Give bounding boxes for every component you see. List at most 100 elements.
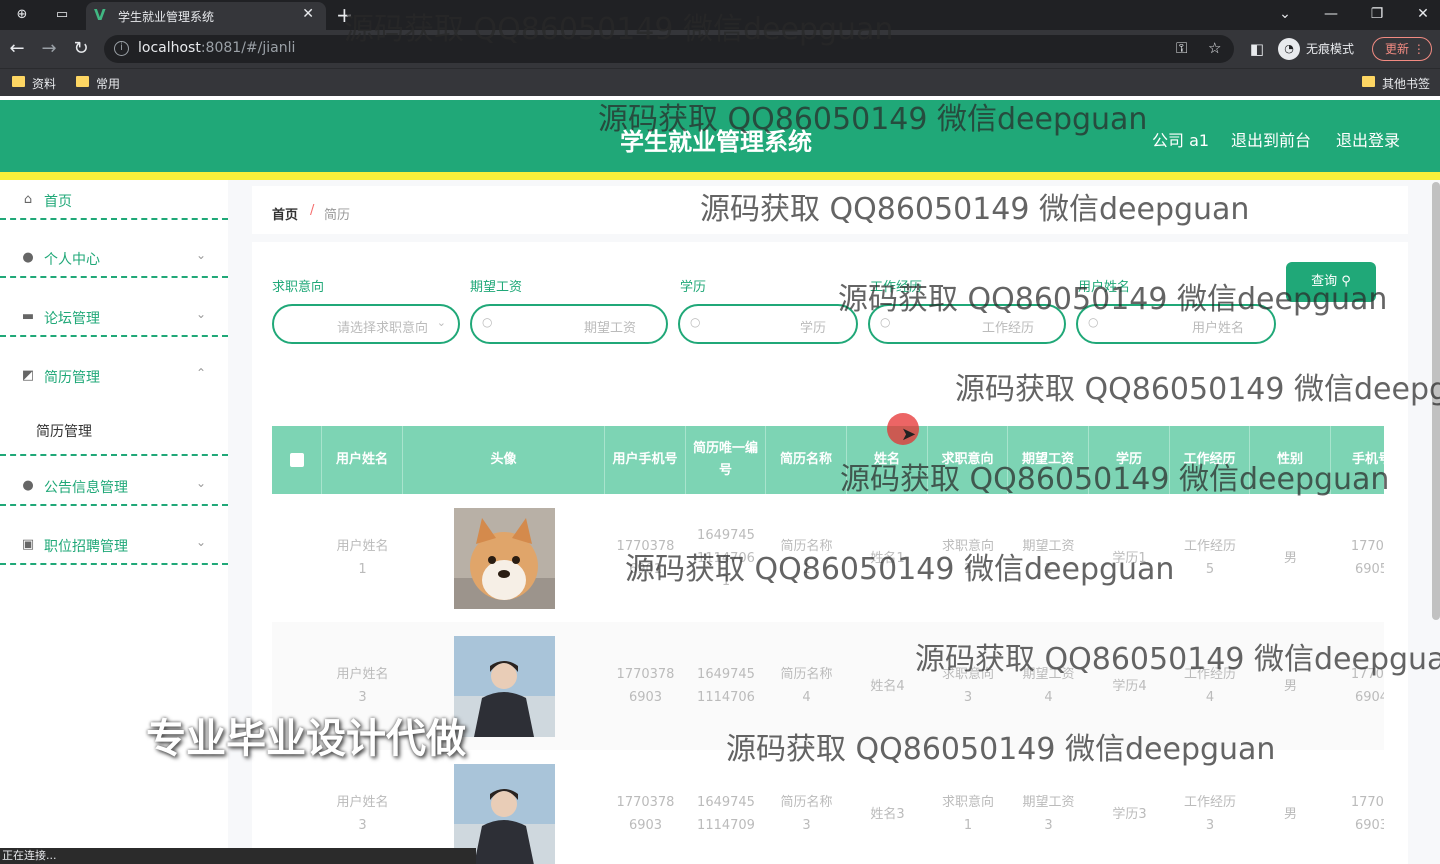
side-panel-icon[interactable]: ◧ — [1246, 38, 1268, 60]
page-scrollbar[interactable] — [1432, 182, 1440, 620]
col-header: 头像 — [403, 426, 605, 494]
close-window-icon[interactable]: ✕ — [1408, 2, 1438, 26]
experience-input[interactable]: ○ 工作经历 — [868, 304, 1066, 344]
sidebar-item-label: 论坛管理 — [44, 311, 100, 327]
breadcrumb: 首页 / 简历 — [252, 186, 1408, 234]
tab-search-icon[interactable]: ▭ — [52, 5, 72, 25]
restore-icon[interactable]: ❐ — [1362, 2, 1392, 26]
promo-overlay: 专业毕业设计代做 — [146, 716, 466, 762]
salary-placeholder: 期望工资 — [583, 321, 636, 336]
chevron-down-icon: ⌄ — [436, 316, 446, 329]
search-icon: ○ — [482, 315, 493, 329]
user-icon: ● — [22, 478, 34, 493]
select-all-checkbox[interactable] — [272, 426, 322, 494]
filter-label-intent: 求职意向 — [272, 280, 325, 295]
cell-name: 姓名1 — [870, 550, 905, 566]
key-icon[interactable]: ⚿ — [1176, 39, 1187, 57]
new-tab-icon[interactable]: + — [336, 3, 353, 27]
update-label: 更新 — [1385, 42, 1410, 56]
sidebar-item-home[interactable]: ⌂ 首页 — [0, 180, 228, 220]
query-button[interactable]: 查询 ⚲ — [1286, 262, 1376, 302]
tab-list-chevron-icon[interactable]: ⌄ — [1270, 2, 1300, 26]
submenu-resume-management[interactable]: 简历管理 — [0, 410, 228, 450]
cell-code: 1649745 1114706 1 — [697, 527, 755, 589]
education-input[interactable]: ○ 学历 — [678, 304, 858, 344]
col-header: 性别 — [1250, 426, 1331, 494]
cell-phone: 1770378 6901 — [616, 539, 675, 577]
cell-resume-name: 简历名称 4 — [780, 667, 833, 705]
tab-title: 学生就业管理系统 — [118, 10, 215, 24]
sidebar-item-recruitment[interactable]: ▣ 职位招聘管理 ⌄ — [0, 525, 228, 565]
chevron-up-icon: ⌃ — [195, 366, 206, 380]
breadcrumb-home[interactable]: 首页 — [272, 204, 298, 223]
mouse-cursor-icon: ➤ — [901, 424, 917, 445]
folder-icon — [76, 76, 89, 87]
other-bookmarks[interactable]: 其他书签 — [1362, 75, 1430, 92]
breadcrumb-current: 简历 — [324, 208, 351, 223]
table-row[interactable]: 用户姓名 3 1770378 6903 1649745 1114709 简历名称… — [272, 750, 1384, 864]
avatar-person-image — [453, 635, 555, 737]
sidebar-item-notice[interactable]: ● 公告信息管理 ⌄ — [0, 466, 228, 506]
bookmark-star-icon[interactable]: ☆ — [1208, 39, 1221, 57]
cell-education: 学历3 — [1112, 806, 1147, 822]
checkbox-icon — [289, 453, 304, 467]
education-placeholder: 学历 — [799, 321, 826, 336]
address-bar: ← → ↻ i localhost:8081/#/jianli ⚿ ☆ ◧ ◔ … — [0, 30, 1440, 68]
user-icon: ● — [22, 250, 34, 265]
bookmark-folder-ziliao[interactable]: 资料 — [12, 75, 56, 92]
search-icon: ○ — [690, 315, 701, 329]
browser-status-bar: 正在连接... — [0, 848, 476, 864]
table-header: 用户姓名 头像 用户手机号 简历唯一编号 简历名称 姓名 求职意向 期望工资 学… — [272, 426, 1384, 494]
logout-link[interactable]: 退出登录 — [1336, 127, 1400, 151]
sidebar-item-label: 个人中心 — [44, 252, 100, 268]
salary-input[interactable]: ○ 期望工资 — [470, 304, 668, 344]
chevron-down-icon: ⌄ — [195, 307, 206, 321]
cell-code: 1649745 1114706 — [697, 667, 755, 705]
app-header: 学生就业管理系统 公司 a1 退出到前台 退出登录 — [0, 100, 1440, 172]
filter-label-education: 学历 — [680, 280, 707, 295]
back-to-front-link[interactable]: 退出到前台 — [1231, 127, 1311, 151]
filter-label-salary: 期望工资 — [470, 280, 523, 295]
current-user: 公司 a1 — [1152, 131, 1210, 150]
intent-placeholder: 请选择求职意向 — [336, 321, 428, 336]
table-row[interactable]: 用户姓名 1 1770378 6901 1649745 1114706 1 简历… — [272, 494, 1384, 622]
col-header: 简历唯一编号 — [686, 426, 766, 494]
col-header: 用户姓名 — [322, 426, 403, 494]
chevron-down-icon: ⌄ — [195, 476, 206, 490]
breadcrumb-separator: / — [310, 203, 315, 218]
incognito-indicator[interactable]: ◔ 无痕模式 — [1278, 37, 1354, 61]
back-icon[interactable]: ← — [6, 38, 28, 60]
cell-resume-name: 简历名称 1 — [780, 539, 833, 577]
cell-intent: 求职意向 3 — [941, 667, 994, 705]
sidebar-item-resume[interactable]: ◩ 简历管理 ⌃ — [0, 356, 228, 396]
cell-username: 用户姓名 3 — [336, 795, 389, 833]
sidebar-item-forum[interactable]: ▬ 论坛管理 ⌄ — [0, 297, 228, 337]
bookmark-label: 常用 — [96, 77, 121, 91]
home-icon: ⌂ — [23, 192, 33, 207]
sidebar-item-personal-center[interactable]: ● 个人中心 ⌄ — [0, 238, 228, 278]
folder-icon — [1362, 76, 1375, 87]
update-button[interactable]: 更新 ⋮ — [1372, 37, 1432, 61]
forward-icon[interactable]: → — [38, 38, 60, 60]
cell-salary: 期望工资 3 — [1022, 795, 1075, 833]
minimize-icon[interactable]: — — [1316, 2, 1346, 26]
col-header: 求职意向 — [928, 426, 1008, 494]
sidebar-item-label: 首页 — [44, 194, 72, 210]
cell-salary: 期望工资 4 — [1022, 667, 1075, 705]
browser-menu-icon[interactable]: ⊕ — [12, 5, 32, 25]
close-tab-icon[interactable]: ✕ — [302, 6, 314, 22]
username-input[interactable]: ○ 用户姓名 — [1076, 304, 1276, 344]
bookmark-folder-changyong[interactable]: 常用 — [76, 75, 120, 92]
cell-mobile: 17703 6905 — [1350, 539, 1384, 577]
cell-education: 学历1 — [1112, 550, 1147, 566]
site-info-icon[interactable]: i — [114, 41, 129, 56]
reload-icon[interactable]: ↻ — [70, 38, 92, 60]
cell-avatar — [403, 750, 605, 864]
browser-tab[interactable]: V 学生就业管理系统 ✕ — [86, 2, 326, 30]
url-field[interactable]: i localhost:8081/#/jianli ⚿ ☆ — [104, 35, 1234, 63]
intent-select[interactable]: 请选择求职意向 ⌄ — [272, 304, 460, 344]
cell-avatar — [403, 494, 605, 622]
col-header: 简历名称 — [766, 426, 847, 494]
col-header: 手机号 — [1351, 452, 1384, 467]
resume-panel: 求职意向 请选择求职意向 ⌄ 期望工资 ○ 期望工资 学历 ○ 学历 工作经历 … — [252, 242, 1408, 864]
